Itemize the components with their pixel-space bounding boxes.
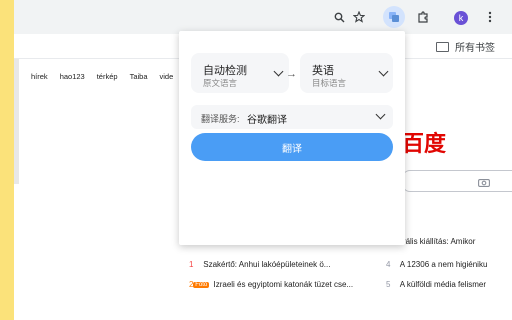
page-sidebar-strip (14, 59, 19, 184)
source-language-select[interactable]: 自动检测 原文语言 (191, 53, 289, 93)
all-bookmarks-button[interactable]: 所有书签 (436, 39, 495, 54)
translate-button[interactable]: 翻译 (191, 133, 393, 161)
arrow-right-icon: → (286, 68, 297, 80)
news-item-text: A 12306 a nem higiéniku (399, 260, 488, 269)
baidu-logo: 百度 (402, 132, 447, 157)
nav-link-tieba[interactable]: Taiba (130, 72, 148, 81)
extensions-puzzle-icon[interactable] (414, 8, 432, 26)
news-item[interactable]: 4 A 12306 a nem higiéniku (386, 260, 487, 269)
photo-badge: Fotó (193, 281, 210, 288)
camera-search-icon[interactable] (478, 174, 490, 187)
service-value: 谷歌翻译 (247, 115, 287, 126)
browser-toolbar: k (14, 0, 512, 34)
translate-extension-icon[interactable] (383, 6, 405, 28)
profile-avatar[interactable]: k (454, 11, 468, 25)
more-menu-icon[interactable] (481, 8, 499, 26)
target-language-select[interactable]: 英语 目标语言 (300, 53, 393, 93)
news-item[interactable]: 2 Fotó Izraeli és egyiptomi katonák tüze… (189, 280, 353, 289)
news-item[interactable]: 1 Szakértő: Anhui lakóépületeinek ö... (189, 260, 330, 269)
news-item[interactable]: 5 A külföldi média felismer (386, 280, 486, 289)
chevron-down-icon (378, 66, 389, 77)
bookmark-star-icon[interactable] (350, 8, 368, 26)
target-language-caption: 目标语言 (312, 78, 347, 88)
news-rank: 5 (386, 280, 391, 289)
news-rank: 4 (386, 260, 391, 269)
nav-link-hao123[interactable]: hao123 (60, 72, 85, 81)
news-item-text: A külföldi média felismer (399, 280, 487, 289)
service-label: 翻译服务: (201, 114, 240, 124)
news-item-text: Szakértő: Anhui lakóépületeinek ö... (203, 260, 331, 269)
source-language-name: 自动检测 (203, 65, 247, 77)
nav-link-news[interactable]: hírek (31, 72, 48, 81)
search-input[interactable] (402, 170, 512, 192)
chevron-down-icon (273, 66, 284, 77)
top-nav-links: hírek hao123 térkép Taiba vide (31, 72, 173, 81)
news-rank: 1 (189, 260, 194, 269)
nav-link-video[interactable]: vide (160, 72, 174, 81)
chevron-down-icon (375, 109, 386, 120)
all-bookmarks-label: 所有书签 (455, 43, 495, 54)
target-language-name: 英语 (312, 65, 334, 77)
zoom-icon[interactable] (330, 8, 348, 26)
news-item-text: Izraeli és egyiptomi katonák tüzet cse..… (213, 280, 354, 289)
translate-popup: 自动检测 原文语言 → 英语 目标语言 翻译服务: 谷歌翻译 翻译 (179, 31, 405, 245)
folder-icon (436, 41, 449, 52)
source-language-caption: 原文语言 (203, 78, 238, 88)
nav-link-map[interactable]: térkép (97, 72, 118, 81)
translation-service-select[interactable]: 翻译服务: 谷歌翻译 (191, 105, 393, 129)
